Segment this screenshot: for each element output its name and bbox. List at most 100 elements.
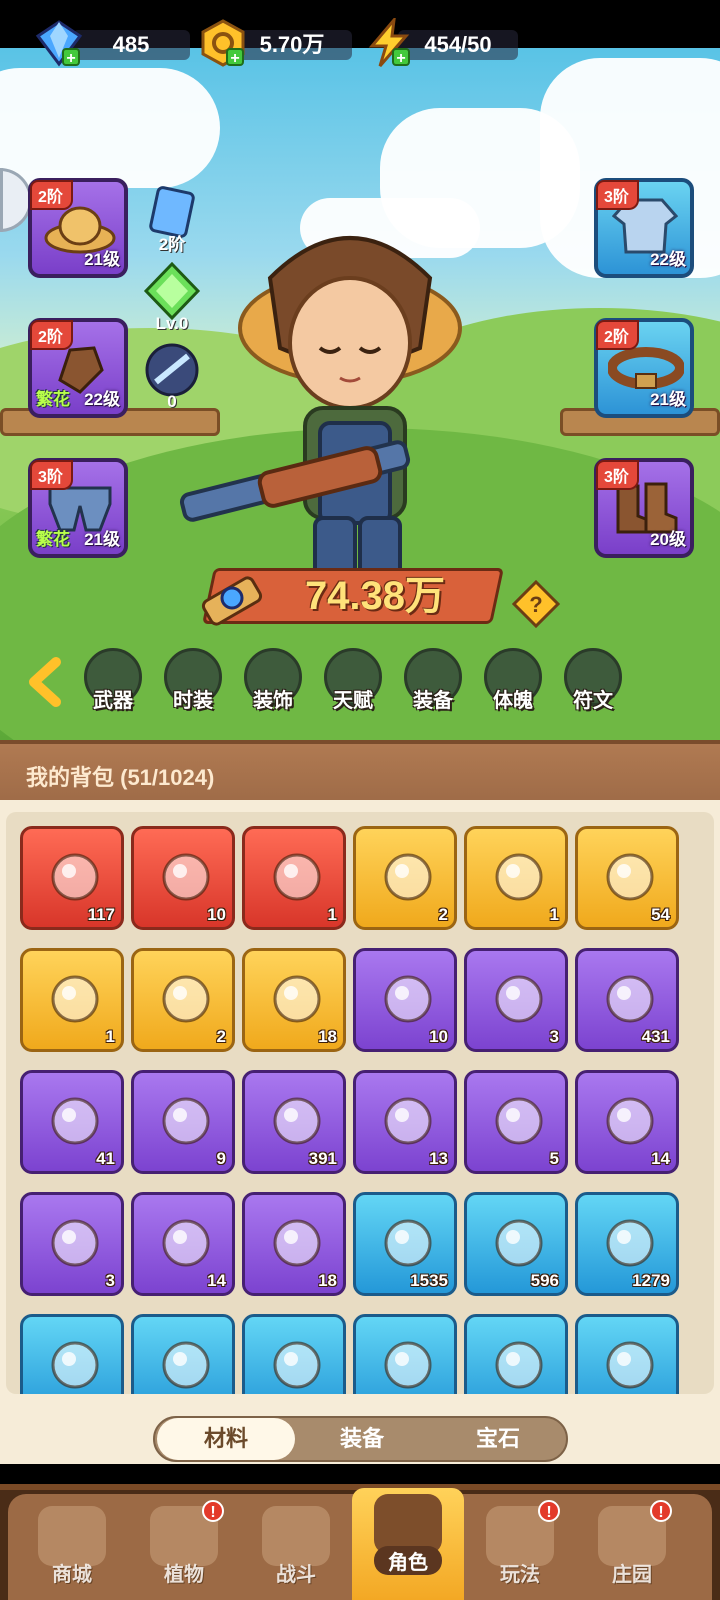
peach-fruit-icon xyxy=(51,975,99,1023)
level-label: 22级 xyxy=(650,250,686,269)
nav-shop[interactable]: 商城 xyxy=(16,1500,128,1600)
inventory-item[interactable]: 1535 xyxy=(353,1192,457,1296)
inventory-item[interactable] xyxy=(575,1314,679,1394)
item-count: 2 xyxy=(438,905,448,924)
menu-rune[interactable]: 符文 xyxy=(558,648,628,713)
level-label: 21级 xyxy=(84,530,120,549)
cyan-potion-icon xyxy=(273,1341,321,1389)
item-count: 1 xyxy=(105,1027,115,1046)
tab-equipment[interactable]: 装备 xyxy=(293,1418,431,1460)
item-count: 2 xyxy=(216,1027,226,1046)
inventory-item[interactable]: 391 xyxy=(242,1070,346,1174)
inventory-item[interactable]: 10 xyxy=(131,826,235,930)
map-scroll-icon xyxy=(606,1341,654,1389)
alert-badge-icon: ! xyxy=(538,1500,560,1522)
tab-materials[interactable]: 材料 xyxy=(157,1418,295,1460)
magenta-seed-icon xyxy=(495,1219,543,1267)
character-icon xyxy=(374,1494,442,1554)
blue-seed-icon xyxy=(606,1219,654,1267)
item-count: 13 xyxy=(429,1149,448,1168)
crystal-star-icon xyxy=(51,853,99,901)
cloud xyxy=(0,68,220,188)
inventory-item[interactable]: 18 xyxy=(242,1192,346,1296)
purple-crystal-icon xyxy=(273,1219,321,1267)
equip-slot-gloves[interactable]: 2阶 繁花 22级 xyxy=(28,318,128,418)
nav-plant[interactable]: 植物! xyxy=(128,1500,240,1600)
combat-power-value: 74.38万 xyxy=(304,574,446,618)
inventory-item[interactable]: 54 xyxy=(575,826,679,930)
nav-battle[interactable]: 战斗 xyxy=(240,1500,352,1600)
inventory-item[interactable]: 3 xyxy=(20,1192,124,1296)
purple-book-icon xyxy=(273,975,321,1023)
inventory-item[interactable]: 10 xyxy=(353,948,457,1052)
nav-gameplay[interactable]: 玩法! xyxy=(464,1500,576,1600)
inventory-item[interactable] xyxy=(353,1314,457,1394)
item-count: 596 xyxy=(530,1271,559,1290)
menu-decoration[interactable]: 装饰 xyxy=(238,648,308,713)
inventory-item[interactable]: 13 xyxy=(353,1070,457,1174)
item-count: 14 xyxy=(651,1149,670,1168)
sword-badge-icon xyxy=(201,576,263,626)
nav-manor[interactable]: 庄园! xyxy=(576,1500,688,1600)
add-gems-icon[interactable]: + xyxy=(62,48,80,67)
inventory-item[interactable]: 2 xyxy=(131,948,235,1052)
level-label: 20级 xyxy=(650,530,686,549)
inventory-item[interactable]: 9 xyxy=(131,1070,235,1174)
menu-equipment[interactable]: 装备 xyxy=(398,648,468,713)
menu-fashion[interactable]: 时装 xyxy=(158,648,228,713)
inventory-item[interactable] xyxy=(20,1314,124,1394)
inventory-item[interactable]: 1279 xyxy=(575,1192,679,1296)
tier-badge: 2阶 xyxy=(596,320,639,350)
orb-icon[interactable] xyxy=(142,342,202,398)
inventory-item[interactable]: 2 xyxy=(353,826,457,930)
blue-scroll-icon xyxy=(51,1097,99,1145)
inventory-item[interactable] xyxy=(464,1314,568,1394)
tab-gems[interactable]: 宝石 xyxy=(429,1418,567,1460)
bag-tabs: 材料 装备 宝石 xyxy=(153,1416,568,1462)
level-label: 21级 xyxy=(84,250,120,269)
equip-slot-shirt[interactable]: 3阶 22级 xyxy=(594,178,694,278)
card-tier-label: 2阶 xyxy=(158,235,186,254)
inventory-item[interactable]: 3 xyxy=(464,948,568,1052)
item-count: 391 xyxy=(308,1149,337,1168)
inventory-item[interactable]: 117 xyxy=(20,826,124,930)
green-gem-icon[interactable] xyxy=(142,262,202,320)
menu-physique[interactable]: 体魄 xyxy=(478,648,548,713)
item-count: 5 xyxy=(549,1149,559,1168)
inventory-item[interactable]: 1 xyxy=(242,826,346,930)
add-gold-icon[interactable]: + xyxy=(226,48,244,67)
inventory-item[interactable] xyxy=(242,1314,346,1394)
equip-slot-hat[interactable]: 2阶 21级 xyxy=(28,178,128,278)
add-energy-icon[interactable]: + xyxy=(392,48,410,67)
red-potion-icon xyxy=(162,853,210,901)
inventory-item[interactable] xyxy=(131,1314,235,1394)
red-scroll-icon xyxy=(162,1097,210,1145)
inventory-item[interactable]: 14 xyxy=(131,1192,235,1296)
equip-slot-pants[interactable]: 3阶 繁花 21级 xyxy=(28,458,128,558)
flower-label: 繁花 xyxy=(36,530,70,549)
nav-label: 商城 xyxy=(52,1564,92,1586)
energy-counter: 454/50 xyxy=(398,30,518,60)
yellow-seed-icon xyxy=(162,1341,210,1389)
nav-character[interactable]: 角色 xyxy=(352,1488,464,1600)
inventory-item[interactable]: 1 xyxy=(464,826,568,930)
purple-scroll-icon xyxy=(606,975,654,1023)
menu-weapon[interactable]: 武器 xyxy=(78,648,148,713)
orange-potion-icon xyxy=(606,853,654,901)
inventory-grid: 117 10 1 2 1 54 1 2 18 10 3 431 41 9 391 13 5 14 3 14 18 1535… xyxy=(6,812,714,1394)
menu-talent[interactable]: 天赋 xyxy=(318,648,388,713)
help-icon[interactable]: ? xyxy=(512,580,560,628)
inventory-item[interactable]: 5 xyxy=(464,1070,568,1174)
back-arrow-icon[interactable] xyxy=(22,656,66,708)
item-count: 117 xyxy=(87,905,115,924)
equip-slot-boots[interactable]: 3阶 20级 xyxy=(594,458,694,558)
item-count: 18 xyxy=(318,1271,337,1290)
flower-label: 繁花 xyxy=(36,390,70,409)
inventory-item[interactable]: 41 xyxy=(20,1070,124,1174)
equip-slot-belt[interactable]: 2阶 21级 xyxy=(594,318,694,418)
inventory-item[interactable]: 1 xyxy=(20,948,124,1052)
inventory-item[interactable]: 431 xyxy=(575,948,679,1052)
inventory-item[interactable]: 18 xyxy=(242,948,346,1052)
inventory-item[interactable]: 596 xyxy=(464,1192,568,1296)
inventory-item[interactable]: 14 xyxy=(575,1070,679,1174)
